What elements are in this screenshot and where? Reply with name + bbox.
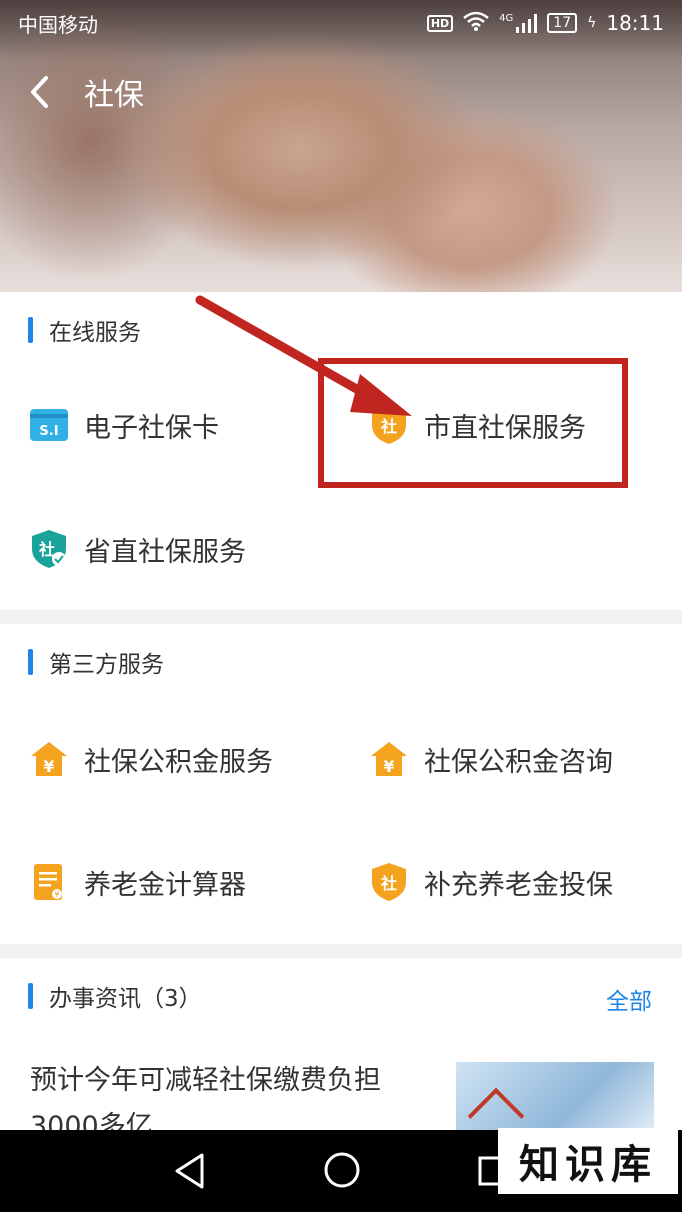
status-bar: 中国移动 HD 4G 17 ϟ 18:11 [0,0,682,46]
network-type-label: 4G [499,13,514,24]
house-yuan-icon: ¥ [28,738,70,780]
top-nav: 社保 [0,60,144,124]
section-title: 办事资讯（3） [49,986,202,1012]
service-item-fund-service[interactable]: ¥ 社保公积金服务 [28,734,273,784]
service-item-label: 补充养老金投保 [424,869,613,901]
svg-text:社: 社 [38,540,55,559]
news-thumbnail[interactable] [456,1062,654,1134]
service-item-label: 省直社保服务 [84,536,246,568]
section-accent-bar [28,317,33,343]
service-item-pension-calculator[interactable]: ¥ 养老金计算器 [28,857,246,907]
section-header: 在线服务 [28,314,141,346]
service-item-label: 养老金计算器 [84,869,246,901]
service-item-province-social-security[interactable]: 社 省直社保服务 [28,524,246,574]
charging-icon: ϟ [587,15,597,31]
section-accent-bar [28,983,33,1009]
clock-label: 18:11 [606,11,664,35]
section-title: 第三方服务 [49,652,164,678]
service-item-fund-consult[interactable]: ¥ 社保公积金咨询 [368,734,613,784]
svg-text:S.I: S.I [39,424,58,439]
svg-text:¥: ¥ [383,757,394,776]
wifi-icon [463,11,489,36]
si-card-icon: S.I [28,404,70,446]
news-section: 办事资讯（3） 全部 预计今年可减轻社保缴费负担3000多亿 [0,958,682,1142]
house-yuan-icon: ¥ [368,738,410,780]
shield-check-icon: 社 [28,528,70,570]
signal-icon: 4G [499,13,538,33]
view-all-link[interactable]: 全部 [606,982,652,1016]
section-header: 第三方服务 [28,646,164,678]
status-indicators: HD 4G 17 ϟ 18:11 [426,11,664,36]
svg-text:¥: ¥ [43,757,54,776]
carrier-label: 中国移动 [18,12,98,37]
service-item-supplementary-pension[interactable]: 社 补充养老金投保 [368,857,613,907]
shield-she-icon: 社 [368,861,410,903]
page-title: 社保 [84,78,144,113]
nav-back-icon[interactable] [172,1152,208,1194]
watermark-logo: 知识库 [498,1128,678,1194]
calculator-doc-icon: ¥ [28,861,70,903]
back-arrow-icon[interactable] [28,72,56,112]
section-header: 办事资讯（3） [28,980,202,1012]
nav-home-icon[interactable] [322,1150,362,1194]
svg-text:¥: ¥ [54,890,59,899]
section-title: 在线服务 [49,320,141,346]
pointer-arrow-icon [195,295,412,416]
service-item-label: 社保公积金咨询 [424,746,613,778]
battery-icon: 17 [547,13,578,33]
svg-text:社: 社 [380,874,397,893]
hd-icon: HD [426,14,454,32]
service-item-label: 社保公积金服务 [84,746,273,778]
third-party-services-section: 第三方服务 ¥ 社保公积金服务 ¥ 社保公积金咨询 ¥ 养老金计算器 社 补充养… [0,624,682,944]
section-accent-bar [28,649,33,675]
